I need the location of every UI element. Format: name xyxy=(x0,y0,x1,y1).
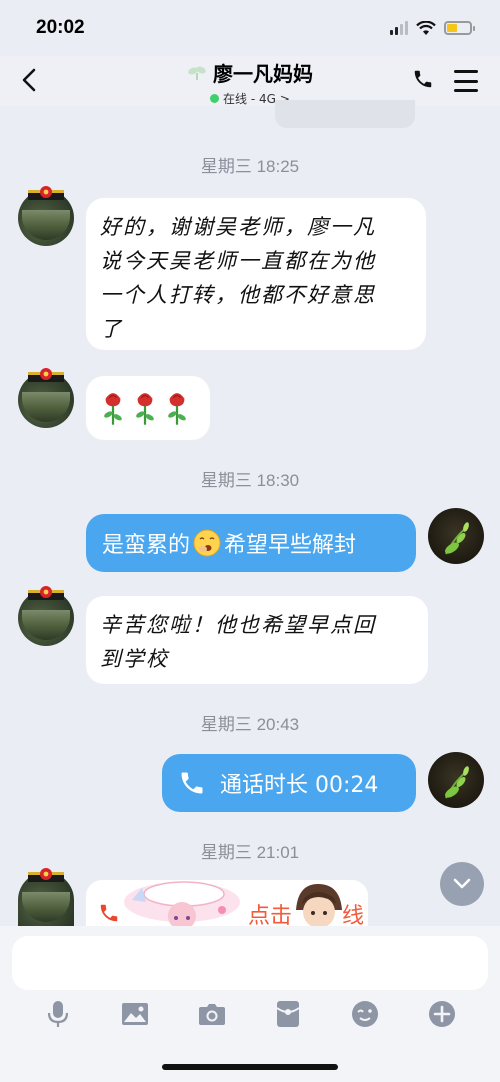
contact-name: 廖一凡妈妈 xyxy=(213,62,313,86)
hat-icon xyxy=(28,586,64,600)
contact-avatar[interactable] xyxy=(18,368,74,428)
yawn-face-icon xyxy=(193,529,221,557)
message-line: 到学校 xyxy=(100,647,169,671)
message-line: 了 xyxy=(100,317,123,341)
rose-icon xyxy=(104,393,122,425)
message-text: 希望早些解封 xyxy=(224,533,357,558)
rose-icon xyxy=(136,393,154,425)
incoming-message[interactable]: 辛苦您啦！他也希望早点回 到学校 xyxy=(86,596,428,684)
sprout-icon xyxy=(445,522,469,555)
camera-icon xyxy=(198,1004,225,1025)
contact-avatar[interactable] xyxy=(18,186,74,246)
hat-icon xyxy=(28,368,64,382)
sprout-icon xyxy=(188,66,206,80)
outgoing-message[interactable]: 是蛮累的 希望早些解封 xyxy=(86,514,416,572)
incoming-card-message[interactable]: 点击 线 xyxy=(86,880,368,930)
message-timestamp: 星期三 18:30 xyxy=(200,471,300,490)
contact-avatar[interactable] xyxy=(18,868,74,926)
signal-icon xyxy=(390,21,408,35)
contact-avatar[interactable] xyxy=(18,586,74,646)
plus-icon xyxy=(428,1001,455,1027)
presence-text: 在线 - 4G xyxy=(223,92,276,106)
call-button[interactable] xyxy=(412,68,438,94)
anime-boy-illustration xyxy=(296,884,342,928)
previous-message-card[interactable] xyxy=(275,100,415,128)
composer-toolbar xyxy=(0,996,500,1032)
sprout-icon xyxy=(445,766,469,799)
red-packet-icon xyxy=(276,1001,300,1027)
more-button[interactable] xyxy=(427,999,457,1029)
hat-icon xyxy=(28,868,64,882)
voice-button[interactable] xyxy=(43,999,73,1029)
image-icon xyxy=(121,1003,148,1025)
camera-button[interactable] xyxy=(197,999,227,1029)
phone-icon xyxy=(414,70,432,88)
call-record-message[interactable]: 通话时长 00:24 xyxy=(162,754,416,812)
message-timestamp: 星期三 20:43 xyxy=(200,715,300,734)
message-composer xyxy=(0,926,500,1082)
message-line: 一个人打转，他都不好意思 xyxy=(100,283,376,307)
incoming-emoji-message[interactable] xyxy=(86,376,210,440)
scroll-to-bottom-button[interactable] xyxy=(440,862,484,906)
chevron-down-icon xyxy=(453,878,471,889)
menu-button[interactable] xyxy=(454,70,478,92)
chat-header: 廖一凡妈妈 在线 - 4G > xyxy=(0,56,500,106)
message-line: 辛苦您啦！他也希望早点回 xyxy=(100,613,376,637)
emoji-icon xyxy=(351,1001,378,1027)
message-timestamp: 星期三 18:25 xyxy=(200,157,300,176)
anime-girl-illustration xyxy=(124,881,240,930)
status-bar: 20:02 xyxy=(0,0,500,56)
home-indicator[interactable] xyxy=(162,1064,338,1070)
status-time: 20:02 xyxy=(36,17,85,38)
microphone-icon xyxy=(48,1001,69,1027)
message-text: 是蛮累的 xyxy=(102,533,191,558)
status-icons xyxy=(390,20,475,36)
call-duration-text: 通话时长 00:24 xyxy=(220,773,379,798)
online-dot-icon xyxy=(210,94,220,103)
message-timestamp: 星期三 21:01 xyxy=(200,843,300,862)
photo-button[interactable] xyxy=(120,999,150,1029)
emoji-button[interactable] xyxy=(350,999,380,1029)
rose-icon xyxy=(168,393,186,425)
my-avatar[interactable] xyxy=(428,752,484,808)
red-packet-button[interactable] xyxy=(273,999,303,1029)
hat-icon xyxy=(28,186,64,200)
battery-icon xyxy=(444,21,475,35)
message-input[interactable] xyxy=(12,936,488,990)
incoming-message[interactable]: 好的，谢谢吴老师，廖一凡 说今天吴老师一直都在为他 一个人打转，他都不好意思 了 xyxy=(86,198,426,350)
message-line: 说今天吴老师一直都在为他 xyxy=(100,249,376,273)
phone-icon xyxy=(181,772,203,794)
message-line: 好的，谢谢吴老师，廖一凡 xyxy=(100,215,376,239)
my-avatar[interactable] xyxy=(428,508,484,564)
wifi-icon xyxy=(416,20,436,35)
